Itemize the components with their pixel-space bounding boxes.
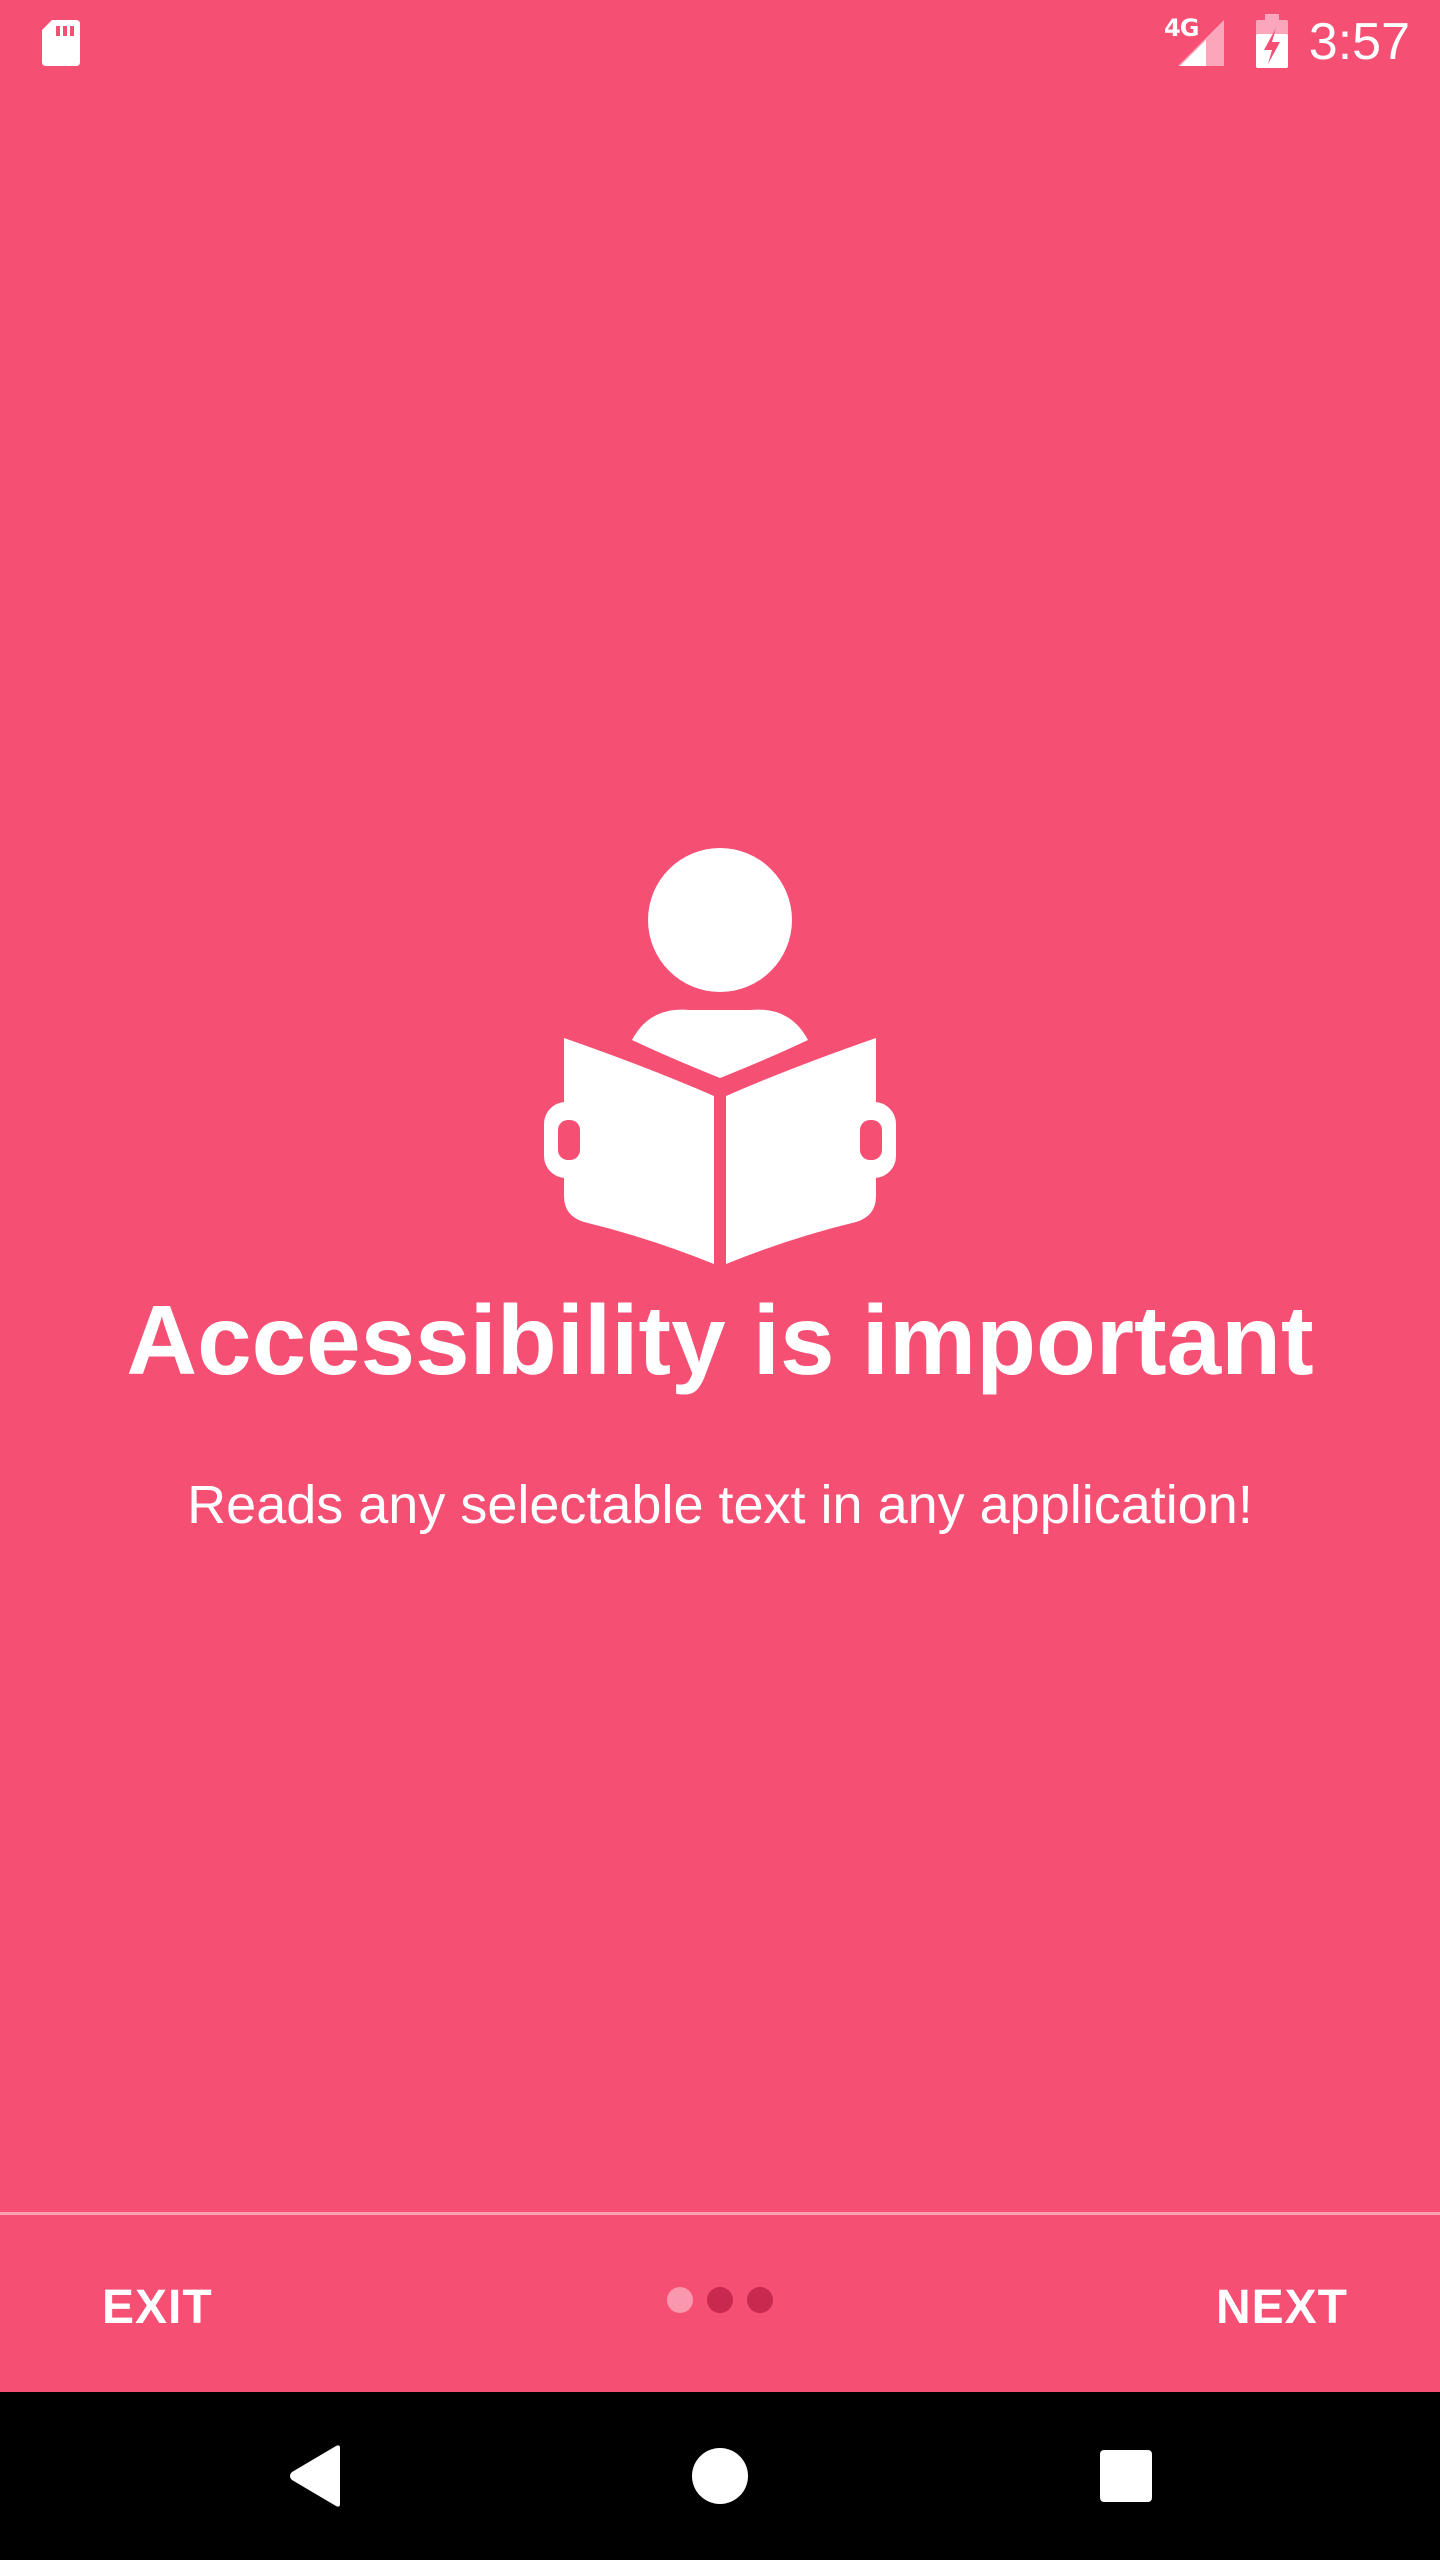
- signal-icon: [1178, 20, 1224, 66]
- navigation-bar: [0, 2392, 1440, 2560]
- recents-icon: [1100, 2450, 1152, 2502]
- battery-charging-icon: [1256, 14, 1288, 68]
- back-button[interactable]: [272, 2432, 360, 2520]
- person-reading-icon: [544, 848, 896, 1264]
- onboarding-screen: 4G 3:57 Accessibility is important Reads…: [0, 0, 1440, 2392]
- onboarding-description: Reads any selectable text in any applica…: [187, 1475, 1253, 1535]
- page-dot-1: [667, 2287, 693, 2313]
- onboarding-title: Accessibility is important: [126, 1285, 1314, 1395]
- page-dot-2: [707, 2287, 733, 2313]
- page-dot-3: [747, 2287, 773, 2313]
- status-bar: 4G 3:57: [0, 0, 1440, 84]
- sd-card-icon: [42, 20, 80, 66]
- bottom-divider: [0, 2212, 1440, 2215]
- next-button[interactable]: NEXT: [1216, 2276, 1348, 2340]
- home-button[interactable]: [676, 2432, 764, 2520]
- recents-button[interactable]: [1082, 2432, 1170, 2520]
- back-icon: [290, 2445, 340, 2507]
- home-icon: [692, 2448, 748, 2504]
- status-clock: 3:57: [1308, 13, 1410, 71]
